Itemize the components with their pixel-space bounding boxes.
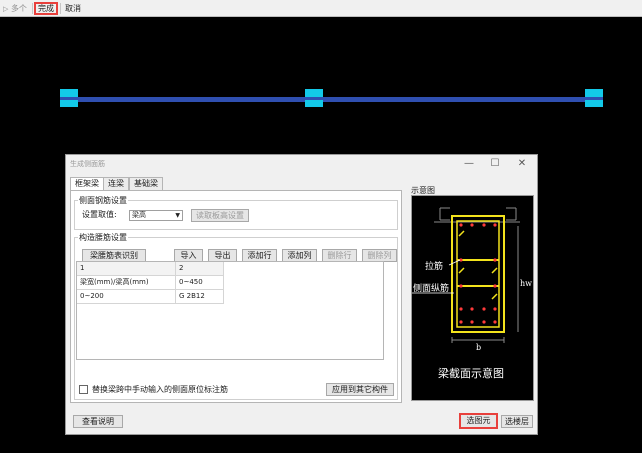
beam-grip-node[interactable] xyxy=(585,89,603,107)
replace-annotation-label: 替换梁跨中手动输入的侧面原位标注筋 xyxy=(92,385,228,394)
read-slab-height-button[interactable]: 读取板高设置 xyxy=(191,209,249,222)
select-element-button[interactable]: 选图元 xyxy=(459,413,498,429)
beam-grip-node[interactable] xyxy=(60,89,78,107)
setting-value-label: 设置取值: xyxy=(82,210,117,219)
generate-side-rebar-dialog: 生成侧面筋 — ☐ ✕ 框架梁 连梁 基础梁 侧面钢筋设置 设置取值: 梁高 ▼… xyxy=(65,154,538,435)
apply-to-other-button[interactable]: 应用到其它构件 xyxy=(326,383,394,396)
waist-rebar-table: 1 2 梁宽(mm)/梁高(mm) 0~450 0~200 G 2B12 xyxy=(76,261,384,360)
tie-bar-label: 拉筋 xyxy=(425,260,443,272)
beam-grip-node[interactable] xyxy=(305,89,323,107)
table-cell[interactable]: G 2B12 xyxy=(176,290,224,304)
select-floor-button[interactable]: 选楼层 xyxy=(501,415,533,428)
cancel-button[interactable]: 取消 xyxy=(63,2,83,15)
side-longitudinal-rebar-label: 侧面纵筋 xyxy=(413,282,449,294)
chevron-down-icon: ▼ xyxy=(175,212,180,219)
multi-select-button[interactable]: ▷ 多个 xyxy=(1,2,29,15)
multi-select-icon: ▷ xyxy=(3,5,9,13)
beam-line[interactable] xyxy=(60,97,600,102)
dialog-title: 生成侧面筋 xyxy=(70,160,105,168)
hw-dimension-label: hw xyxy=(520,279,532,288)
beam-section-diagram: 拉筋 侧面纵筋 hw b 梁截面示意图 xyxy=(411,195,534,401)
table-cell[interactable]: 梁宽(mm)/梁高(mm) xyxy=(77,276,176,290)
finish-button[interactable]: 完成 xyxy=(34,2,58,15)
table-cell[interactable]: 0~450 xyxy=(176,276,224,290)
b-dimension-label: b xyxy=(476,343,481,352)
close-icon[interactable]: ✕ xyxy=(514,157,530,170)
table-header-cell: 1 xyxy=(77,262,176,276)
maximize-icon[interactable]: ☐ xyxy=(487,157,503,170)
toolbar-separator xyxy=(60,3,61,14)
beam-section-svg: 拉筋 侧面纵筋 hw b 梁截面示意图 xyxy=(412,207,532,380)
setting-value-select[interactable]: 梁高 ▼ xyxy=(129,210,183,221)
table-header-cell: 2 xyxy=(176,262,224,276)
toolbar-separator xyxy=(32,3,33,14)
table-cell[interactable]: 0~200 xyxy=(77,290,176,304)
side-rebar-group-title: 侧面钢筋设置 xyxy=(78,196,128,205)
tab-foundation-beam[interactable]: 基础梁 xyxy=(129,177,163,190)
side-rebar-group: 侧面钢筋设置 设置取值: 梁高 ▼ 读取板高设置 xyxy=(74,196,398,230)
diagram-caption: 梁截面示意图 xyxy=(438,366,504,380)
view-help-button[interactable]: 查看说明 xyxy=(73,415,123,428)
replace-annotation-checkbox[interactable] xyxy=(79,385,88,394)
tab-frame-beam[interactable]: 框架梁 xyxy=(70,177,104,191)
minimize-icon[interactable]: — xyxy=(461,157,477,170)
tab-coupling-beam[interactable]: 连梁 xyxy=(103,177,129,190)
top-toolbar: ▷ 多个 完成 取消 xyxy=(0,0,642,17)
waist-rebar-group-title: 构造腰筋设置 xyxy=(78,233,128,242)
